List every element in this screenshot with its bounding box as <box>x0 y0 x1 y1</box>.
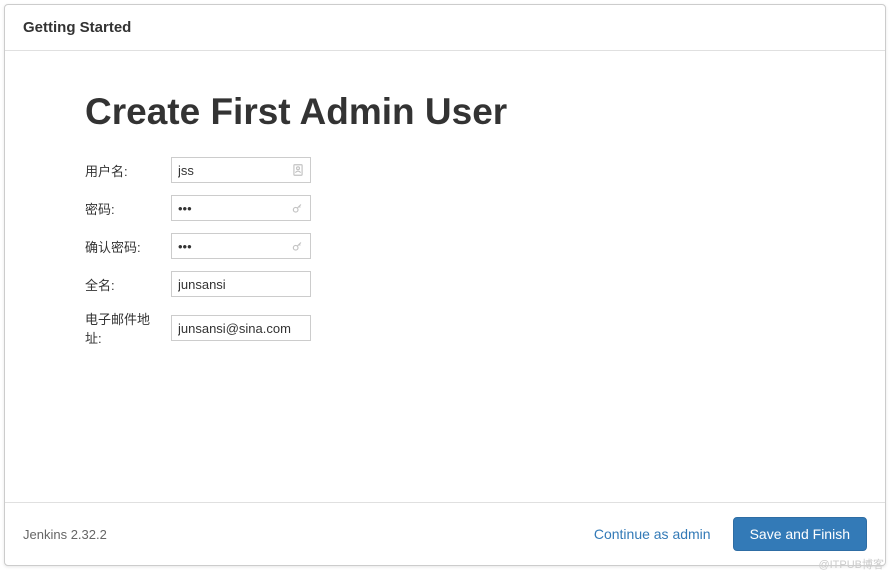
email-input[interactable] <box>171 315 311 341</box>
form-row-username: 用户名: <box>85 157 805 183</box>
password-input[interactable] <box>171 195 311 221</box>
fullname-input[interactable] <box>171 271 311 297</box>
form-row-email: 电子邮件地址: <box>85 309 805 347</box>
form-row-confirm-password: 确认密码: <box>85 233 805 259</box>
username-label: 用户名: <box>85 161 171 180</box>
modal-footer: Jenkins 2.32.2 Continue as admin Save an… <box>5 502 885 565</box>
setup-wizard-modal: Getting Started Create First Admin User … <box>4 4 886 566</box>
password-label: 密码: <box>85 199 171 218</box>
fullname-label: 全名: <box>85 275 171 294</box>
username-input[interactable] <box>171 157 311 183</box>
modal-content: Create First Admin User 用户名: 密码: 确认密码: <box>5 51 885 502</box>
continue-as-admin-button[interactable]: Continue as admin <box>580 518 725 550</box>
confirm-password-input[interactable] <box>171 233 311 259</box>
page-title: Create First Admin User <box>85 91 805 133</box>
form-row-password: 密码: <box>85 195 805 221</box>
email-label: 电子邮件地址: <box>85 309 171 347</box>
header-title: Getting Started <box>23 19 867 36</box>
modal-header: Getting Started <box>5 5 885 51</box>
save-and-finish-button[interactable]: Save and Finish <box>733 517 867 551</box>
confirm-password-label: 确认密码: <box>85 237 171 256</box>
form-row-fullname: 全名: <box>85 271 805 297</box>
version-label: Jenkins 2.32.2 <box>23 527 107 542</box>
